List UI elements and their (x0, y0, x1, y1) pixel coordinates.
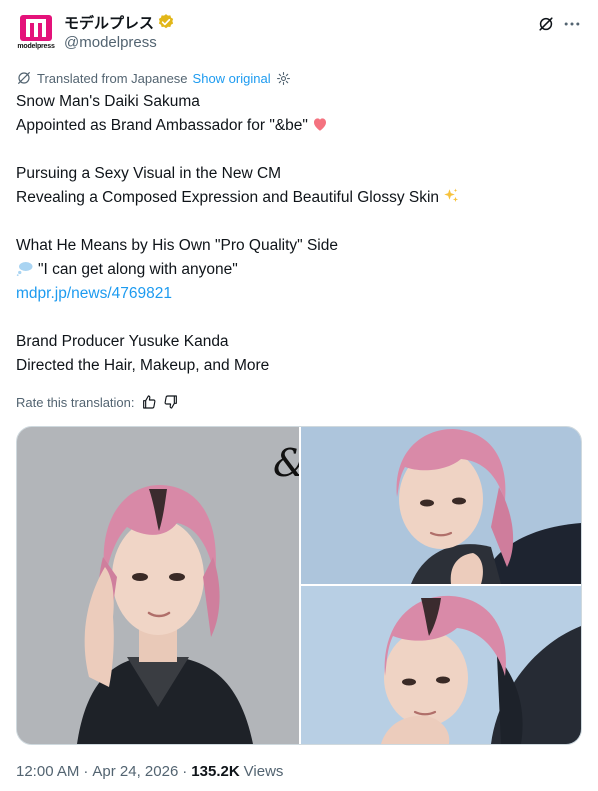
gear-icon[interactable] (276, 71, 291, 86)
media-grid: & (16, 426, 582, 745)
handle[interactable]: @modelpress (64, 34, 157, 51)
translated-label: Translated from Japanese (37, 70, 188, 86)
rate-label: Rate this translation: (16, 394, 135, 410)
tweet-line: Revealing a Composed Expression and Beau… (16, 186, 576, 210)
heart-emoji-icon (313, 118, 326, 131)
tweet-line: What He Means by His Own "Pro Quality" S… (16, 237, 338, 254)
tweet-date[interactable]: Apr 24, 2026 (92, 763, 178, 780)
tweet-header: modelpress モデルプレス @modelpress (16, 10, 582, 54)
show-original-link[interactable]: Show original (193, 71, 271, 86)
photo-portrait-bottom-right[interactable] (301, 586, 581, 744)
portrait-illustration (17, 427, 299, 744)
tweet-line: Brand Producer Yusuke Kanda (16, 333, 229, 350)
meta-separator: · (83, 762, 89, 780)
translate-icon (18, 72, 30, 84)
views-count[interactable]: 135.2K (191, 763, 239, 780)
tweet-line: Appointed as Brand Ambassador for "&be" (16, 114, 576, 138)
tweet-text: Snow Man's Daiki Sakuma Appointed as Bra… (16, 90, 576, 378)
thought-bubble-emoji-icon (16, 262, 33, 277)
tweet-time[interactable]: 12:00 AM (16, 763, 79, 780)
views-label: Views (243, 762, 284, 780)
sparkles-emoji-icon (444, 188, 459, 202)
more-options-icon[interactable] (562, 14, 582, 34)
avatar[interactable]: modelpress (16, 12, 56, 52)
brand-amp-mark: & (273, 441, 299, 485)
tweet-line: Pursuing a Sexy Visual in the New CM (16, 165, 282, 182)
avatar-wordmark: modelpress (17, 43, 55, 50)
tweet-meta: 12:00 AM · Apr 24, 2026 · 135.2K Views (16, 760, 283, 782)
photo-portrait-main[interactable]: & (17, 427, 299, 744)
name-row: モデルプレス (64, 12, 175, 32)
tweet-line: mdpr.jp/news/4769821 (16, 282, 576, 306)
display-name[interactable]: モデルプレス (64, 12, 154, 33)
portrait-illustration (301, 427, 581, 584)
thumbs-up-icon[interactable] (141, 394, 157, 410)
rate-translation: Rate this translation: (16, 392, 179, 412)
tweet-line: Directed the Hair, Makeup, and More (16, 357, 270, 374)
thumbs-down-icon[interactable] (163, 394, 179, 410)
portrait-illustration (301, 586, 581, 744)
article-link[interactable]: mdpr.jp/news/4769821 (16, 285, 172, 302)
photo-portrait-top-right[interactable] (301, 427, 581, 584)
translation-notice: Translated from Japanese Show original (16, 68, 291, 88)
grok-icon[interactable] (536, 14, 556, 34)
tweet-line: Snow Man's Daiki Sakuma (16, 93, 200, 110)
verified-badge-icon[interactable] (157, 13, 175, 31)
meta-separator: · (182, 762, 188, 780)
modelpress-logo-mark (20, 15, 52, 41)
tweet-line: "I can get along with anyone" (16, 258, 576, 282)
